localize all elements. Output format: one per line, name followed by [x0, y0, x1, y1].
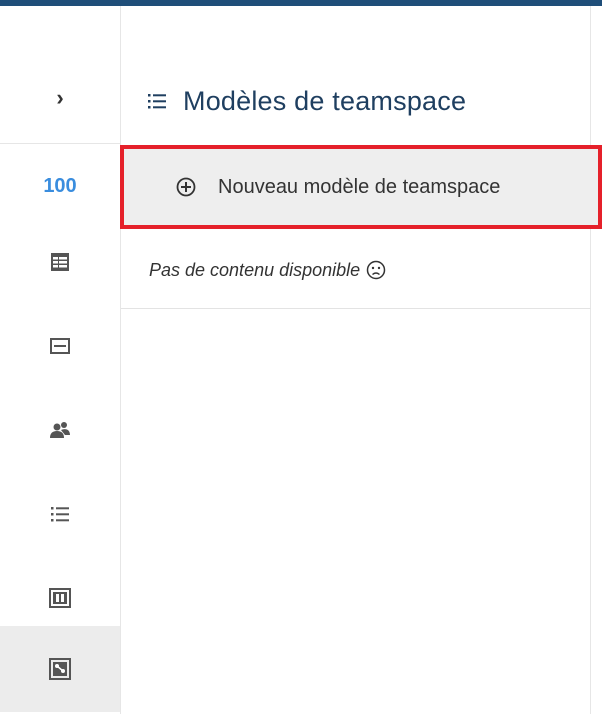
table-icon — [51, 253, 69, 271]
list-icon — [148, 94, 166, 109]
users-icon — [50, 422, 70, 438]
list-icon — [51, 507, 69, 522]
map-icon — [49, 658, 71, 680]
table-view-button[interactable] — [0, 228, 120, 296]
chevron-right-icon: › — [56, 85, 64, 110]
list-view-button[interactable] — [0, 480, 120, 548]
map-view-button[interactable] — [0, 626, 120, 712]
new-teamspace-template-label: Nouveau modèle de teamspace — [218, 175, 501, 198]
board-icon — [49, 588, 71, 608]
card-icon — [50, 338, 70, 354]
side-rail: › 100 — [0, 6, 121, 714]
rail-divider — [0, 143, 120, 144]
panel-header: Modèles de teamspace — [121, 70, 591, 132]
empty-state: Pas de contenu disponible — [121, 232, 591, 309]
page-title: Modèles de teamspace — [183, 85, 467, 116]
count-badge: 100 — [43, 174, 77, 197]
members-view-button[interactable] — [0, 396, 120, 464]
empty-state-label: Pas de contenu disponible — [149, 259, 361, 280]
sad-face-icon — [366, 260, 386, 280]
expand-sidebar-button[interactable]: › — [0, 64, 120, 132]
new-teamspace-template-button[interactable]: Nouveau modèle de teamspace — [120, 145, 602, 229]
card-view-button[interactable] — [0, 312, 120, 380]
item-count-badge[interactable]: 100 — [0, 152, 120, 220]
board-view-button[interactable] — [0, 564, 120, 632]
plus-circle-icon — [176, 177, 196, 197]
